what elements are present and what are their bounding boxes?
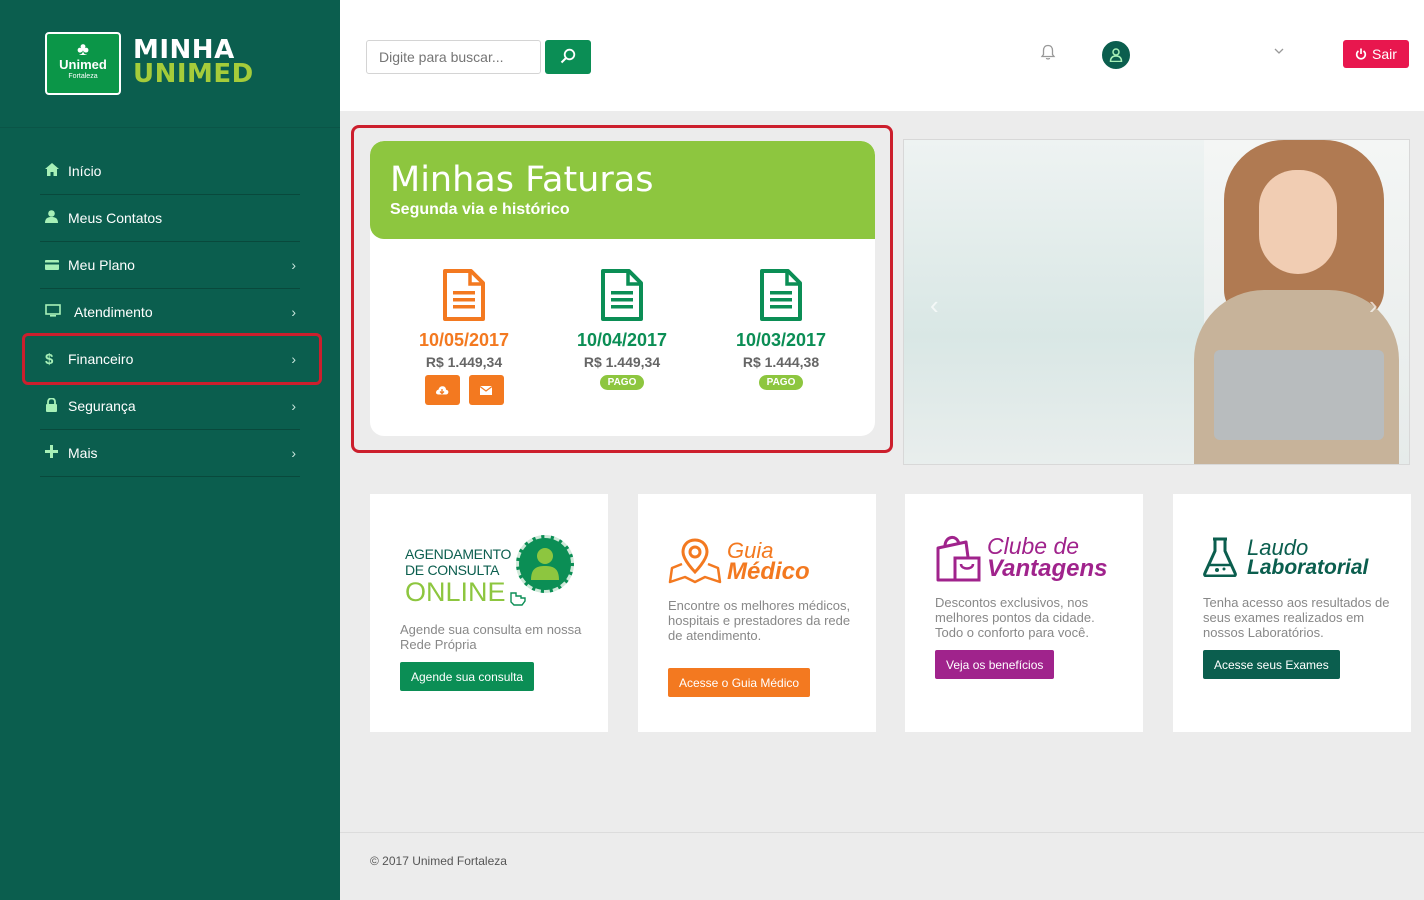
invoice-date: 10/04/2017: [576, 330, 668, 350]
map-pin-icon: [668, 538, 722, 584]
top-bar: Sair: [340, 0, 1424, 111]
monitor-icon: [40, 304, 64, 320]
sidebar-item-meus-contatos[interactable]: Meus Contatos: [40, 195, 300, 242]
app-title-line2: UNIMED: [133, 59, 254, 89]
sidebar-nav: Início Meus Contatos Meu Plano › Atendim…: [40, 148, 300, 477]
logo-name: Unimed: [59, 57, 107, 72]
clube-description: Descontos exclusivos, nos melhores ponto…: [935, 595, 1095, 640]
document-icon: [443, 269, 485, 321]
sidebar-item-label: Mais: [68, 445, 98, 461]
chevron-right-icon: ›: [291, 445, 296, 461]
brand-header: ♣ Unimed Fortaleza MINHA UNIMED: [0, 0, 340, 128]
clube-vantagens-card: Clube de Vantagens Descontos exclusivos,…: [905, 494, 1143, 732]
invoices-title: Minhas Faturas: [390, 160, 654, 200]
invoice-amount: R$ 1.449,34: [425, 354, 503, 370]
guia-title-line2: Médico: [727, 558, 810, 585]
doctor-icon: [516, 535, 574, 593]
carousel-prev-arrow[interactable]: ‹: [930, 290, 939, 321]
invoices-card: Minhas Faturas Segunda via e histórico 1…: [370, 141, 875, 436]
invoice-amount: R$ 1.444,38: [742, 354, 820, 370]
power-icon: [1355, 48, 1367, 60]
envelope-icon: [480, 385, 492, 395]
sidebar-item-seguranca[interactable]: Segurança ›: [40, 383, 300, 430]
search-input[interactable]: [366, 40, 541, 74]
home-icon: [40, 163, 64, 179]
agendamento-button[interactable]: Agende sua consulta: [400, 662, 535, 691]
copyright-text: © 2017 Unimed Fortaleza: [370, 854, 507, 868]
laudo-title-line2: Laboratorial: [1247, 556, 1369, 579]
email-button[interactable]: [468, 375, 504, 405]
chevron-right-icon: ›: [291, 398, 296, 414]
logout-label: Sair: [1372, 46, 1397, 62]
financeiro-highlight-frame: [22, 333, 322, 385]
sidebar-item-inicio[interactable]: Início: [40, 148, 300, 195]
invoice-item[interactable]: 10/05/2017 R$ 1.449,34: [389, 269, 539, 405]
chevron-down-icon[interactable]: [1274, 44, 1284, 58]
user-icon: [40, 210, 64, 226]
search-icon: [560, 48, 576, 63]
chevron-right-icon: ›: [291, 304, 296, 320]
footer: © 2017 Unimed Fortaleza: [340, 832, 1424, 900]
guia-description: Encontre os melhores médicos, hospitais …: [668, 598, 851, 643]
invoice-actions: [389, 375, 539, 405]
agendamento-logo: AGENDAMENTO DE CONSULTA: [405, 546, 511, 578]
invoices-header: Minhas Faturas Segunda via e histórico: [370, 141, 875, 239]
document-icon: [601, 269, 643, 321]
agendamento-card: AGENDAMENTO DE CONSULTA ONLINE Agende su…: [370, 494, 608, 732]
agendamento-title-line2: DE CONSULTA: [405, 562, 500, 578]
document-icon: [760, 269, 802, 321]
status-badge: PAGO: [599, 375, 645, 390]
invoice-item[interactable]: 10/04/2017 R$ 1.449,34 PAGO: [547, 269, 697, 390]
sidebar-item-label: Meu Plano: [68, 257, 135, 273]
promo-carousel[interactable]: ‹ ›: [903, 139, 1410, 465]
sidebar-item-label: Início: [68, 163, 102, 179]
shopping-bag-icon: [936, 536, 981, 582]
user-icon: [1109, 48, 1123, 63]
clube-button[interactable]: Veja os benefícios: [935, 650, 1055, 679]
invoice-date: 10/05/2017: [418, 330, 510, 350]
carousel-next-arrow[interactable]: ›: [1369, 290, 1378, 321]
tree-logo-icon: ♣: [77, 39, 89, 59]
invoice-amount: R$ 1.449,34: [583, 354, 661, 370]
invoice-item[interactable]: 10/03/2017 R$ 1.444,38 PAGO: [706, 269, 856, 390]
clube-title-line2: Vantagens: [987, 555, 1108, 582]
laudo-button[interactable]: Acesse seus Exames: [1203, 650, 1340, 679]
status-badge: PAGO: [758, 375, 804, 390]
card-icon: [40, 257, 64, 273]
carousel-background: [904, 140, 1204, 464]
carousel-photo-face: [1259, 170, 1337, 274]
flask-icon: [1203, 537, 1237, 577]
unimed-logo[interactable]: ♣ Unimed Fortaleza: [45, 32, 121, 95]
download-button[interactable]: [424, 375, 460, 405]
sidebar-item-meu-plano[interactable]: Meu Plano ›: [40, 242, 300, 289]
lock-icon: [40, 397, 64, 415]
sidebar-item-mais[interactable]: Mais ›: [40, 430, 300, 477]
logout-button[interactable]: Sair: [1343, 40, 1409, 68]
pointer-hand-icon: [510, 592, 526, 606]
sidebar-item-label: Segurança: [68, 398, 136, 414]
sidebar-item-label: Meus Contatos: [68, 210, 163, 226]
search-button[interactable]: [545, 40, 591, 74]
bell-icon[interactable]: [1040, 44, 1056, 62]
laudo-laboratorial-card: Laudo Laboratorial Tenha acesso aos resu…: [1173, 494, 1411, 732]
guia-button[interactable]: Acesse o Guia Médico: [668, 668, 811, 697]
cloud-download-icon: [436, 385, 449, 394]
plus-icon: [40, 445, 64, 461]
sidebar: ♣ Unimed Fortaleza MINHA UNIMED Início M…: [0, 0, 340, 900]
sidebar-item-atendimento[interactable]: Atendimento ›: [40, 289, 300, 336]
app-title: MINHA UNIMED: [133, 37, 254, 89]
user-avatar[interactable]: [1102, 41, 1130, 69]
agendamento-title-line1: AGENDAMENTO: [405, 546, 512, 562]
invoices-subtitle: Segunda via e histórico: [390, 201, 570, 218]
agendamento-description: Agende sua consulta em nossa Rede Própri…: [400, 622, 582, 652]
guia-medico-card: Guia Médico Encontre os melhores médicos…: [638, 494, 876, 732]
sidebar-item-label: Atendimento: [74, 304, 153, 320]
chevron-right-icon: ›: [291, 257, 296, 273]
invoice-date: 10/03/2017: [735, 330, 827, 350]
laudo-description: Tenha acesso aos resultados de seus exam…: [1203, 595, 1390, 640]
logo-city: Fortaleza: [68, 73, 98, 80]
carousel-photo-laptop: [1214, 350, 1384, 440]
agendamento-title-line3: ONLINE: [405, 577, 506, 607]
